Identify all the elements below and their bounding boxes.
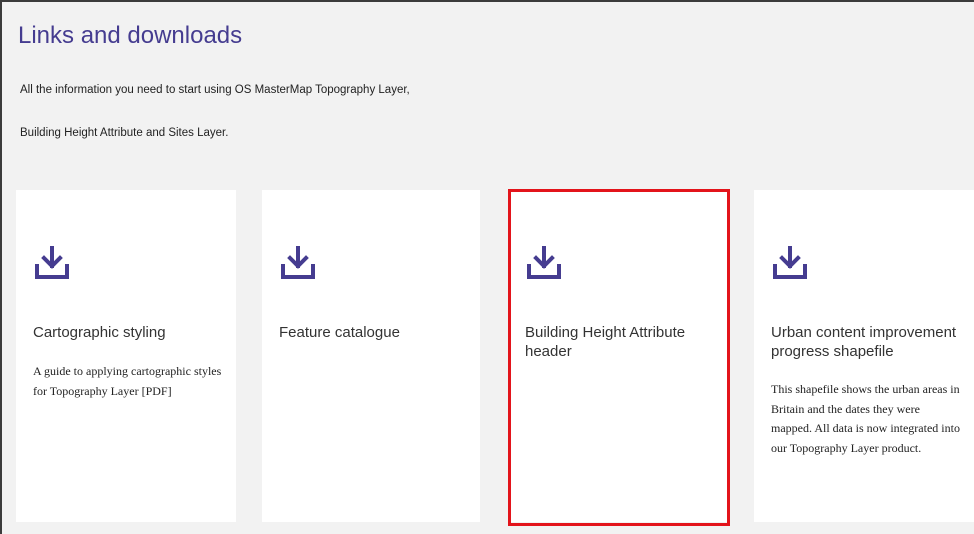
- download-card-cartographic-styling[interactable]: Cartographic styling A guide to applying…: [16, 190, 236, 522]
- card-description: A guide to applying cartographic styles …: [33, 364, 222, 398]
- download-card-building-height-attribute-header[interactable]: Building Height Attribute header: [508, 190, 730, 522]
- download-icon[interactable]: [525, 244, 563, 282]
- download-card-feature-catalogue[interactable]: Feature catalogue: [262, 190, 480, 522]
- download-card-urban-content-shapefile[interactable]: Urban content improvement progress shape…: [754, 190, 974, 522]
- download-icon[interactable]: [279, 244, 317, 282]
- page-title: Links and downloads: [18, 22, 243, 49]
- intro-text-line-1: All the information you need to start us…: [20, 84, 410, 96]
- card-description: This shapefile shows the urban areas in …: [771, 382, 960, 455]
- download-icon[interactable]: [771, 244, 809, 282]
- download-icon[interactable]: [33, 244, 71, 282]
- intro-text-line-2: Building Height Attribute and Sites Laye…: [20, 127, 229, 139]
- card-title[interactable]: Building Height Attribute header: [525, 323, 723, 361]
- card-title[interactable]: Feature catalogue: [279, 323, 477, 342]
- card-title[interactable]: Cartographic styling: [33, 323, 231, 342]
- card-title[interactable]: Urban content improvement progress shape…: [771, 323, 969, 361]
